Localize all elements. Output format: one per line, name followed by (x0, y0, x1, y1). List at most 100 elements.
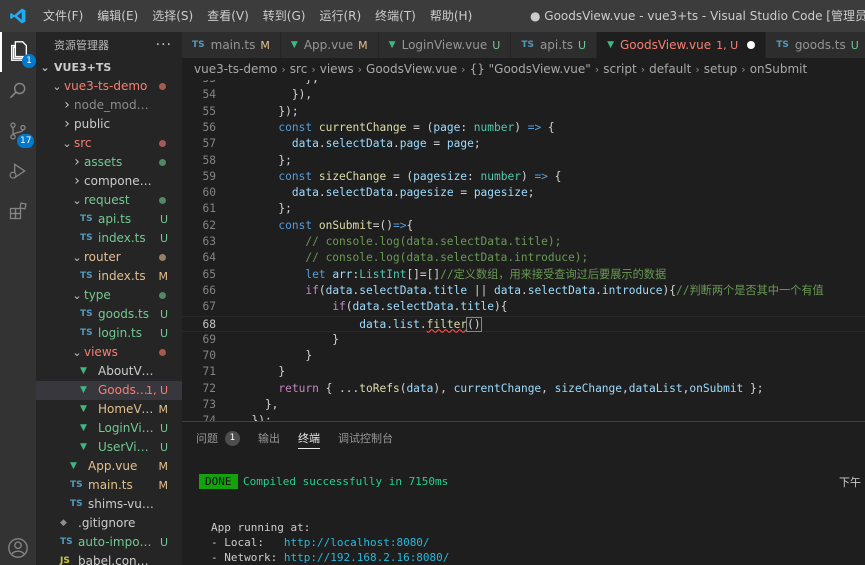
network-url-link[interactable]: http://192.168.2.16:8080/ (284, 551, 450, 564)
workspace-root[interactable]: ⌄ VUE3+TS (36, 58, 182, 77)
menu-item[interactable]: 查看(V) (200, 0, 256, 32)
code-line[interactable]: 63 // console.log(data.selectData.title)… (182, 234, 865, 250)
editor-tab[interactable]: TS main.ts M (182, 32, 281, 58)
file-tree-item[interactable]: › node_modules (36, 96, 182, 115)
file-tree-item[interactable]: ⌄ router (36, 248, 182, 267)
code-line[interactable]: 73 }, (182, 397, 865, 413)
file-name: .gitignore (78, 516, 136, 530)
code-line[interactable]: 54 }), (182, 87, 865, 103)
breadcrumb-item[interactable]: setup (704, 62, 738, 76)
status-dot (159, 254, 166, 261)
file-tree-item[interactable]: ▼ App.vue M (36, 457, 182, 476)
editor-tab[interactable]: TS api.ts U (511, 32, 598, 58)
code-token: ( (318, 283, 326, 297)
file-tree-item[interactable]: ⌄ type (36, 286, 182, 305)
code-line[interactable]: 67 if(data.selectData.title){ (182, 299, 865, 315)
local-url-link[interactable]: http://localhost:8080/ (284, 536, 430, 549)
editor-tab[interactable]: ▼ GoodsView.vue 1, U (597, 32, 767, 58)
file-tree-item[interactable]: ⌄ views (36, 343, 182, 362)
panel-tab[interactable]: 调试控制台 (338, 422, 393, 454)
file-tree-item[interactable]: › public (36, 115, 182, 134)
code-line[interactable]: 69 } (182, 332, 865, 348)
code-line[interactable]: 60 data.selectData.pagesize = pagesize; (182, 185, 865, 201)
git-status-badge: M (158, 270, 169, 283)
file-tree-item[interactable]: ⌄ vue3-ts-demo (36, 77, 182, 96)
file-tree-item[interactable]: TS login.ts U (36, 324, 182, 343)
file-tree-item[interactable]: ⌄ request (36, 191, 182, 210)
terminal[interactable]: DONE Compiled successfully in 7150ms 下午 … (182, 454, 865, 565)
file-tree-item[interactable]: ▼ UserView.vue U (36, 438, 182, 457)
file-tree-item[interactable]: › components (36, 172, 182, 191)
file-name: App.vue (88, 459, 138, 473)
code-line[interactable]: 53 }, (182, 80, 865, 87)
file-tree-item[interactable]: JS babel.config.js (36, 552, 182, 565)
code-editor[interactable]: 53 },54 }),55 });56 const currentChange … (182, 80, 865, 421)
panel-tab[interactable]: 输出 (258, 422, 280, 454)
file-tree-item[interactable]: ▼ AboutView.vue (36, 362, 182, 381)
editor-tab[interactable]: ▼ App.vue M (280, 32, 379, 58)
panel-tab[interactable]: 终端 (298, 422, 320, 454)
file-tree-item[interactable]: ⌄ src (36, 134, 182, 153)
file-tree-item[interactable]: TS main.ts M (36, 476, 182, 495)
menu-item[interactable]: 编辑(E) (90, 0, 145, 32)
code-line[interactable]: 64 // console.log(data.selectData.introd… (182, 250, 865, 266)
code-line[interactable]: 58 }; (182, 153, 865, 169)
code-line[interactable]: 68 data.list.filter() (182, 315, 865, 332)
breadcrumb-item[interactable]: GoodsView.vue (366, 62, 457, 76)
breadcrumb-item[interactable]: default (649, 62, 691, 76)
run-debug-activity-button[interactable] (0, 152, 36, 192)
code-text: if(data.selectData.title){ (238, 299, 507, 315)
source-control-activity-button[interactable]: 17 (0, 112, 36, 152)
menu-item[interactable]: 选择(S) (145, 0, 200, 32)
file-tree-item[interactable]: TS index.ts U (36, 229, 182, 248)
code-line[interactable]: 59 const sizeChange = (pagesize: number)… (182, 169, 865, 185)
file-tree-item[interactable]: TS shims-vue.d.ts (36, 495, 182, 514)
breadcrumb-item[interactable]: vue3-ts-demo (194, 62, 277, 76)
menu-item[interactable]: 终端(T) (368, 0, 423, 32)
vscode-logo-icon[interactable] (0, 0, 36, 32)
code-line[interactable]: 65 let arr:ListInt[]=[]//定义数组，用来接受查询过后要展… (182, 267, 865, 283)
menu-item[interactable]: 帮助(H) (423, 0, 479, 32)
file-tree-item[interactable]: TS auto-imports.d.ts U (36, 533, 182, 552)
more-actions-icon[interactable]: ··· (156, 37, 172, 53)
accounts-activity-button[interactable] (0, 529, 36, 565)
code-line[interactable]: 72 return { ...toRefs(data), currentChan… (182, 381, 865, 397)
code-line[interactable]: 61 }; (182, 201, 865, 217)
file-tree-item[interactable]: ▼ HomeView.... M (36, 400, 182, 419)
menu-item[interactable]: 文件(F) (36, 0, 90, 32)
code-line[interactable]: 62 const onSubmit=()=>{ (182, 218, 865, 234)
chevron-right-icon: › (64, 116, 70, 132)
breadcrumb-item[interactable]: {} "GoodsView.vue" (470, 62, 591, 76)
extensions-activity-button[interactable] (0, 192, 36, 232)
breadcrumb-item[interactable]: views (320, 62, 354, 76)
file-tree-item[interactable]: TS api.ts U (36, 210, 182, 229)
code-text: }), (238, 87, 312, 103)
unsaved-dot-icon[interactable] (747, 41, 756, 49)
code-line[interactable]: 70 } (182, 348, 865, 364)
code-line[interactable]: 74 }); (182, 413, 865, 421)
panel-tab[interactable]: 问题 1 (196, 422, 240, 454)
file-tree-item[interactable]: TS goods.ts U (36, 305, 182, 324)
menu-item[interactable]: 转到(G) (256, 0, 313, 32)
file-tree-item[interactable]: ▼ LoginView.vue U (36, 419, 182, 438)
editor-tab[interactable]: TS goods.ts U (766, 32, 865, 58)
search-activity-button[interactable] (0, 72, 36, 112)
file-tree-item[interactable]: ◆ .gitignore (36, 514, 182, 533)
code-line[interactable]: 71 } (182, 364, 865, 380)
code-line[interactable]: 56 const currentChange = (page: number) … (182, 120, 865, 136)
file-tree-item[interactable]: TS index.ts M (36, 267, 182, 286)
code-token: data (494, 283, 521, 297)
explorer-activity-button[interactable]: 1 (0, 32, 36, 72)
breadcrumb-item[interactable]: src (290, 62, 308, 76)
breadcrumb-item[interactable]: onSubmit (750, 62, 808, 76)
code-line[interactable]: 66 if(data.selectData.title || data.sele… (182, 283, 865, 299)
code-line[interactable]: 57 data.selectData.page = page; (182, 136, 865, 152)
code-token: . (386, 317, 393, 331)
file-tree-item[interactable]: ▼GoodsVie...1, U (36, 381, 182, 400)
menu-item[interactable]: 运行(R) (312, 0, 368, 32)
editor-tab[interactable]: ▼ LoginView.vue U (378, 32, 512, 58)
breadcrumb-item[interactable]: script (603, 62, 636, 76)
code-line[interactable]: 55 }); (182, 104, 865, 120)
file-tree-item[interactable]: › assets (36, 153, 182, 172)
